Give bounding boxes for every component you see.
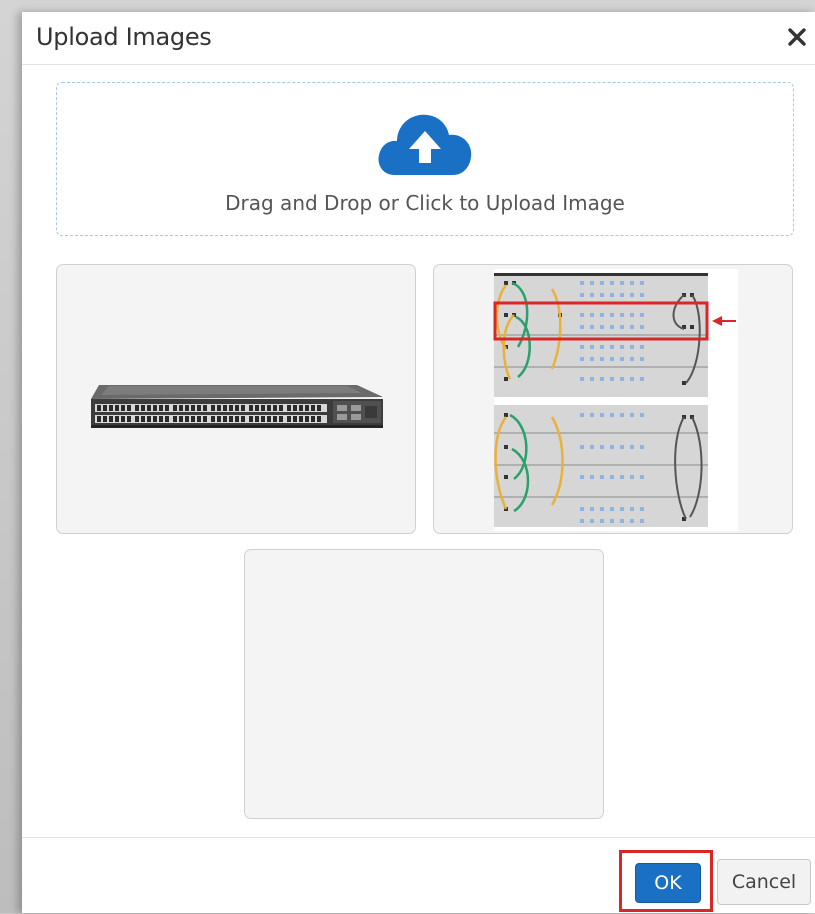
dialog-header: Upload Images	[22, 12, 815, 65]
cloud-upload-icon	[378, 114, 472, 175]
image-thumbnail-rack-diagram[interactable]	[433, 264, 793, 534]
cancel-button[interactable]: Cancel	[717, 859, 811, 905]
dropzone-text: Drag and Drop or Click to Upload Image	[225, 191, 625, 215]
dialog-footer: OK Cancel	[22, 837, 815, 914]
image-thumbnail-empty[interactable]	[244, 549, 604, 819]
upload-images-dialog: Upload Images Drag and Drop or Click to …	[22, 12, 815, 913]
ok-button[interactable]: OK	[635, 863, 701, 903]
image-thumbnail-switch[interactable]	[56, 264, 416, 534]
rack-wiring-diagram-image	[493, 269, 738, 531]
close-icon	[788, 28, 806, 46]
network-switch-image	[91, 385, 383, 428]
upload-dropzone[interactable]: Drag and Drop or Click to Upload Image	[56, 82, 794, 236]
close-button[interactable]	[783, 20, 813, 54]
dialog-title: Upload Images	[36, 23, 212, 51]
